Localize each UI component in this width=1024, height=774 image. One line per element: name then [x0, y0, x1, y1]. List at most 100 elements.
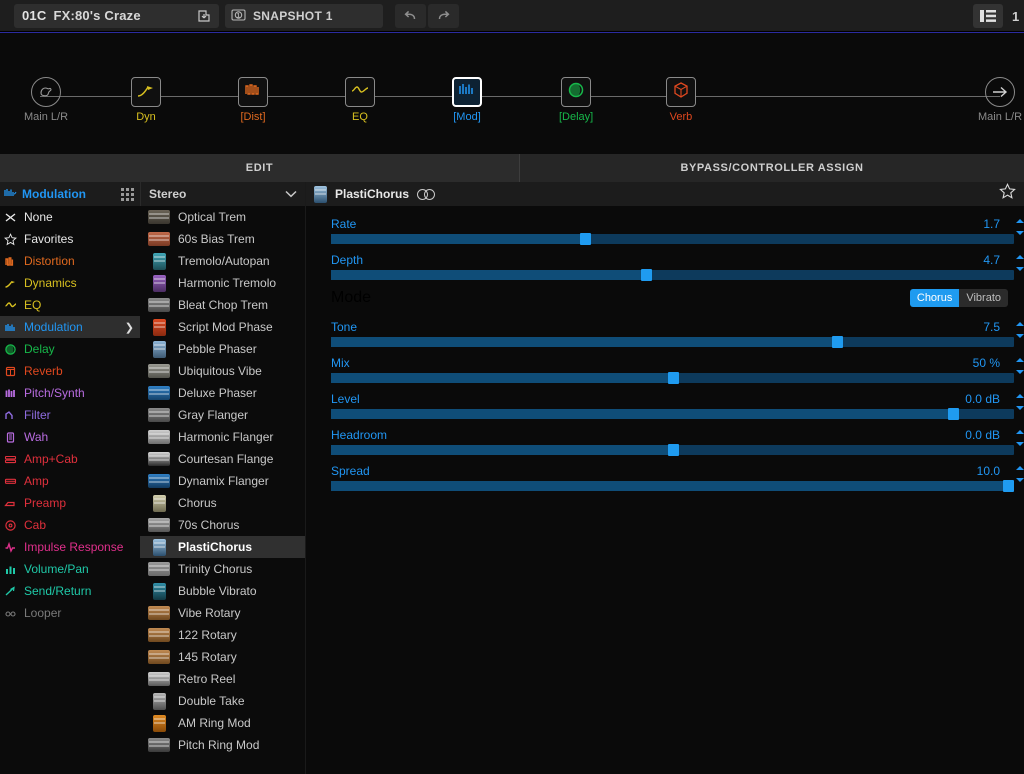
slider-handle[interactable]	[579, 233, 591, 245]
category-item-preamp[interactable]: Preamp	[0, 492, 140, 514]
chain-input[interactable]: Main L/R	[24, 77, 68, 123]
model-item-courtesan-flange[interactable]: Courtesan Flange	[140, 448, 305, 470]
category-item-dynamics[interactable]: Dynamics	[0, 272, 140, 294]
param-slider[interactable]	[331, 444, 1014, 456]
chain-block-mod[interactable]: [Mod]	[452, 77, 482, 123]
slider-handle[interactable]	[668, 444, 680, 456]
stepper-up-icon[interactable]	[1016, 358, 1024, 362]
model-item-trinity-chorus[interactable]: Trinity Chorus	[140, 558, 305, 580]
chain-block-box[interactable]	[452, 77, 482, 107]
category-item-looper[interactable]: Looper	[0, 602, 140, 624]
chain-block-box[interactable]	[666, 77, 696, 107]
stepper-up-icon[interactable]	[1016, 219, 1024, 223]
slider-handle[interactable]	[668, 372, 680, 384]
chain-block-dyn[interactable]: Dyn	[131, 77, 161, 123]
grid-icon[interactable]	[121, 187, 134, 201]
model-item-145-rotary[interactable]: 145 Rotary	[140, 646, 305, 668]
stepper-down-icon[interactable]	[1016, 478, 1024, 482]
preset-selector[interactable]: 01C FX:80's Craze	[14, 3, 219, 28]
model-item-double-take[interactable]: Double Take	[140, 690, 305, 712]
category-item-cab[interactable]: Cab	[0, 514, 140, 536]
category-item-eq[interactable]: EQ	[0, 294, 140, 316]
chain-block-dist[interactable]: [Dist]	[238, 77, 268, 123]
slider-handle[interactable]	[1003, 480, 1014, 492]
model-item-pitch-ring-mod[interactable]: Pitch Ring Mod	[140, 734, 305, 756]
model-item-tremolo-autopan[interactable]: Tremolo/Autopan	[140, 250, 305, 272]
param-stepper[interactable]	[1016, 358, 1024, 374]
undo-button[interactable]	[395, 3, 426, 28]
model-item-plastichorus[interactable]: PlastiChorus	[140, 536, 305, 558]
stepper-up-icon[interactable]	[1016, 430, 1024, 434]
chain-block-delay[interactable]: [Delay]	[559, 77, 593, 123]
model-item-chorus[interactable]: Chorus	[140, 492, 305, 514]
model-item-am-ring-mod[interactable]: AM Ring Mod	[140, 712, 305, 734]
redo-button[interactable]	[428, 3, 459, 28]
slider-handle[interactable]	[948, 408, 960, 420]
stepper-down-icon[interactable]	[1016, 334, 1024, 338]
param-slider[interactable]	[331, 480, 1014, 492]
snapshot-selector[interactable]: 1 SNAPSHOT 1	[225, 3, 383, 28]
slider-handle[interactable]	[832, 336, 844, 348]
chain-output[interactable]: Main L/R	[978, 77, 1022, 123]
category-item-modulation[interactable]: Modulation ❯	[0, 316, 140, 338]
mode-option-vibrato[interactable]: Vibrato	[959, 289, 1008, 307]
category-item-amp-cab[interactable]: Amp+Cab	[0, 448, 140, 470]
model-item-gray-flanger[interactable]: Gray Flanger	[140, 404, 305, 426]
model-item-vibe-rotary[interactable]: Vibe Rotary	[140, 602, 305, 624]
stepper-down-icon[interactable]	[1016, 406, 1024, 410]
param-slider[interactable]	[331, 233, 1014, 245]
category-item-pitch-synth[interactable]: Pitch/Synth	[0, 382, 140, 404]
param-slider[interactable]	[331, 269, 1014, 281]
category-item-distortion[interactable]: Distortion	[0, 250, 140, 272]
load-preset-icon[interactable]	[197, 9, 211, 23]
model-item-script-mod-phase[interactable]: Script Mod Phase	[140, 316, 305, 338]
param-slider[interactable]	[331, 408, 1014, 420]
chain-block-box[interactable]	[238, 77, 268, 107]
tab-edit[interactable]: EDIT	[0, 154, 519, 182]
category-item-amp[interactable]: Amp	[0, 470, 140, 492]
chain-block-box[interactable]	[131, 77, 161, 107]
model-item-bleat-chop-trem[interactable]: Bleat Chop Trem	[140, 294, 305, 316]
stepper-down-icon[interactable]	[1016, 370, 1024, 374]
param-stepper[interactable]	[1016, 466, 1024, 482]
param-slider[interactable]	[331, 336, 1014, 348]
chain-block-box[interactable]	[345, 77, 375, 107]
category-item-send-return[interactable]: Send/Return	[0, 580, 140, 602]
chain-block-box[interactable]	[561, 77, 592, 107]
model-item-dynamix-flanger[interactable]: Dynamix Flanger	[140, 470, 305, 492]
stepper-down-icon[interactable]	[1016, 267, 1024, 271]
category-item-wah[interactable]: Wah	[0, 426, 140, 448]
model-item-ubiquitous-vibe[interactable]: Ubiquitous Vibe	[140, 360, 305, 382]
param-stepper[interactable]	[1016, 255, 1024, 271]
stepper-up-icon[interactable]	[1016, 466, 1024, 470]
model-item-60s-bias-trem[interactable]: 60s Bias Trem	[140, 228, 305, 250]
category-item-delay[interactable]: Delay	[0, 338, 140, 360]
model-list-header[interactable]: Stereo	[140, 182, 305, 206]
chain-block-eq[interactable]: EQ	[345, 77, 375, 123]
category-item-reverb[interactable]: Reverb	[0, 360, 140, 382]
model-item-harmonic-flanger[interactable]: Harmonic Flanger	[140, 426, 305, 448]
chevron-down-icon[interactable]	[285, 185, 297, 203]
param-stepper[interactable]	[1016, 394, 1024, 410]
param-slider[interactable]	[331, 372, 1014, 384]
model-item-optical-trem[interactable]: Optical Trem	[140, 206, 305, 228]
model-item-122-rotary[interactable]: 122 Rotary	[140, 624, 305, 646]
stepper-down-icon[interactable]	[1016, 231, 1024, 235]
stepper-up-icon[interactable]	[1016, 394, 1024, 398]
model-item-deluxe-phaser[interactable]: Deluxe Phaser	[140, 382, 305, 404]
category-item-impulse-response[interactable]: Impulse Response	[0, 536, 140, 558]
star-outline-icon[interactable]	[999, 182, 1016, 205]
category-item-volume-pan[interactable]: Volume/Pan	[0, 558, 140, 580]
stepper-up-icon[interactable]	[1016, 322, 1024, 326]
list-view-icon[interactable]	[973, 4, 1003, 28]
model-item-retro-reel[interactable]: Retro Reel	[140, 668, 305, 690]
param-stepper[interactable]	[1016, 430, 1024, 446]
stepper-up-icon[interactable]	[1016, 255, 1024, 259]
chain-block-verb[interactable]: Verb	[666, 77, 696, 123]
param-stepper[interactable]	[1016, 322, 1024, 338]
category-item-favorites[interactable]: Favorites	[0, 228, 140, 250]
model-item-pebble-phaser[interactable]: Pebble Phaser	[140, 338, 305, 360]
tab-bypass-controller-assign[interactable]: BYPASS/CONTROLLER ASSIGN	[519, 154, 1024, 182]
category-item-filter[interactable]: Filter	[0, 404, 140, 426]
model-item-70s-chorus[interactable]: 70s Chorus	[140, 514, 305, 536]
